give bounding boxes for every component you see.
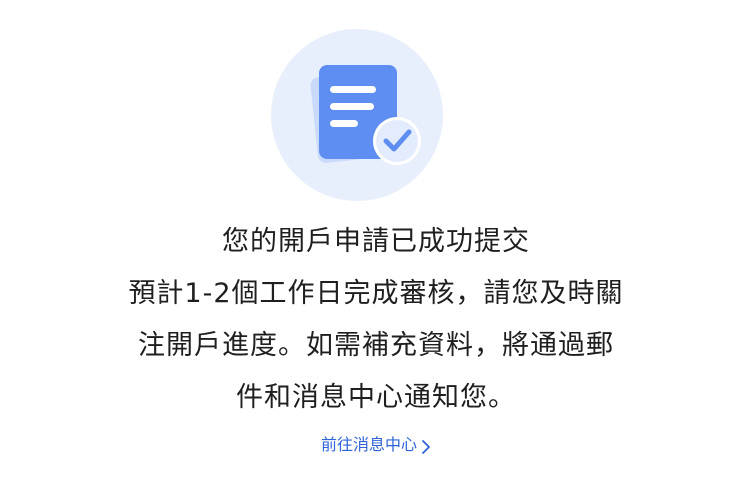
status-message: 您的開戶申請已成功提交 預計1-2個工作日完成審核，請您及時關 注開戶進度。如需… — [0, 216, 752, 424]
message-center-link[interactable]: 前往消息中心 — [0, 432, 752, 458]
status-detail-line-3: 件和消息中心通知您。 — [236, 382, 516, 413]
status-title: 您的開戶申請已成功提交 — [222, 226, 530, 257]
message-center-link-label: 前往消息中心 — [320, 435, 417, 454]
chevron-right-icon — [421, 437, 431, 454]
status-detail-line-2: 注開戶進度。如需補充資料，將通過郵 — [138, 330, 614, 361]
status-detail-line-1: 預計1-2個工作日完成審核，請您及時關 — [128, 278, 624, 309]
application-submitted-page: 您的開戶申請已成功提交 預計1-2個工作日完成審核，請您及時關 注開戶進度。如需… — [0, 0, 752, 495]
document-check-icon — [270, 28, 444, 202]
